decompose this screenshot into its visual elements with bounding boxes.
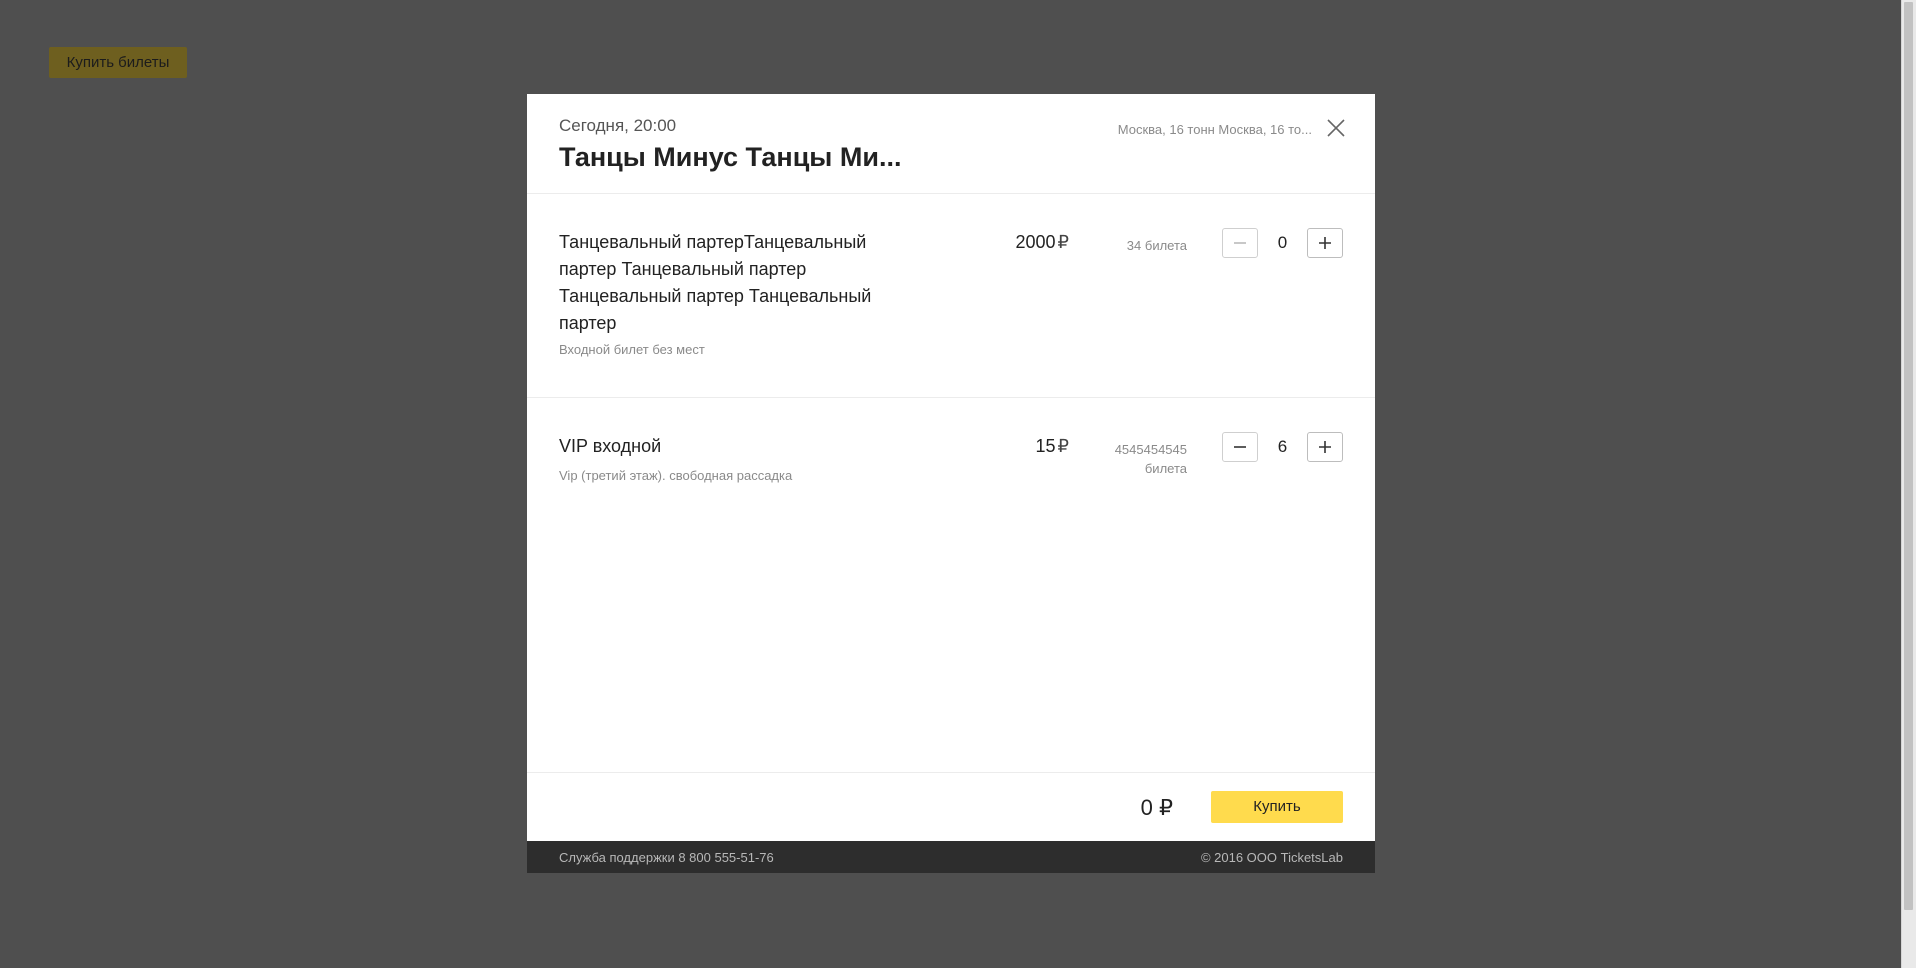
ticket-row: Танцевальный партерТанцевальный партер Т… (527, 194, 1375, 398)
increase-button[interactable] (1307, 432, 1343, 462)
decrease-button[interactable] (1222, 432, 1258, 462)
event-title: Танцы Минус Танцы Ми... (559, 142, 902, 172)
increase-button[interactable] (1307, 228, 1343, 258)
modal-footer: 0 ₽ Купить (527, 772, 1375, 842)
event-date: Сегодня, 20:00 (559, 116, 677, 135)
ticket-description: Входной билет без мест (559, 342, 705, 357)
quantity-stepper: 0 (1222, 228, 1343, 260)
quantity-value: 6 (1277, 437, 1288, 456)
price-value: 15 (1035, 436, 1056, 456)
close-button[interactable] (1324, 116, 1348, 140)
ticket-price: 2000 ₽ (1016, 232, 1070, 253)
buy-tickets-button[interactable]: Купить билеты (49, 47, 187, 78)
plus-icon (1319, 237, 1331, 249)
quantity-value: 0 (1277, 233, 1288, 252)
buy-button[interactable]: Купить (1211, 791, 1343, 823)
ticket-name: VIP входной (559, 436, 662, 456)
scrollbar-thumb[interactable] (1904, 2, 1913, 910)
currency-symbol: ₽ (1057, 436, 1069, 456)
quantity-stepper: 6 (1222, 432, 1343, 464)
order-total: 0 ₽ (1140, 795, 1173, 820)
currency-symbol: ₽ (1057, 232, 1069, 252)
ticket-availability: 34 билета (1126, 238, 1187, 253)
ticket-modal: Сегодня, 20:00 Танцы Минус Танцы Ми... М… (527, 94, 1375, 873)
page-scrollbar[interactable] (1901, 0, 1916, 968)
event-venue: Москва, 16 тонн Москва, 16 то... (1117, 122, 1312, 137)
support-phone: Служба поддержки 8 800 555-51-76 (559, 850, 774, 865)
decrease-button[interactable] (1222, 228, 1258, 258)
copyright: © 2016 ООО TicketsLab (1200, 850, 1343, 865)
price-value: 2000 (1015, 232, 1056, 252)
support-bar: Служба поддержки 8 800 555-51-76 © 2016 … (527, 841, 1375, 873)
ticket-description: Vip (третий этаж). свободная рассадка (559, 468, 793, 483)
minus-icon (1234, 446, 1246, 448)
ticket-row: VIP входной Vip (третий этаж). свободная… (527, 398, 1375, 528)
close-icon (1327, 119, 1345, 137)
minus-icon (1234, 242, 1246, 244)
ticket-availability: 4545454545 билета (1114, 442, 1187, 476)
plus-icon (1319, 441, 1331, 453)
modal-header: Сегодня, 20:00 Танцы Минус Танцы Ми... М… (527, 94, 1375, 194)
ticket-price: 15 ₽ (1036, 436, 1069, 457)
ticket-name: Танцевальный партерТанцевальный партер Т… (559, 232, 872, 333)
